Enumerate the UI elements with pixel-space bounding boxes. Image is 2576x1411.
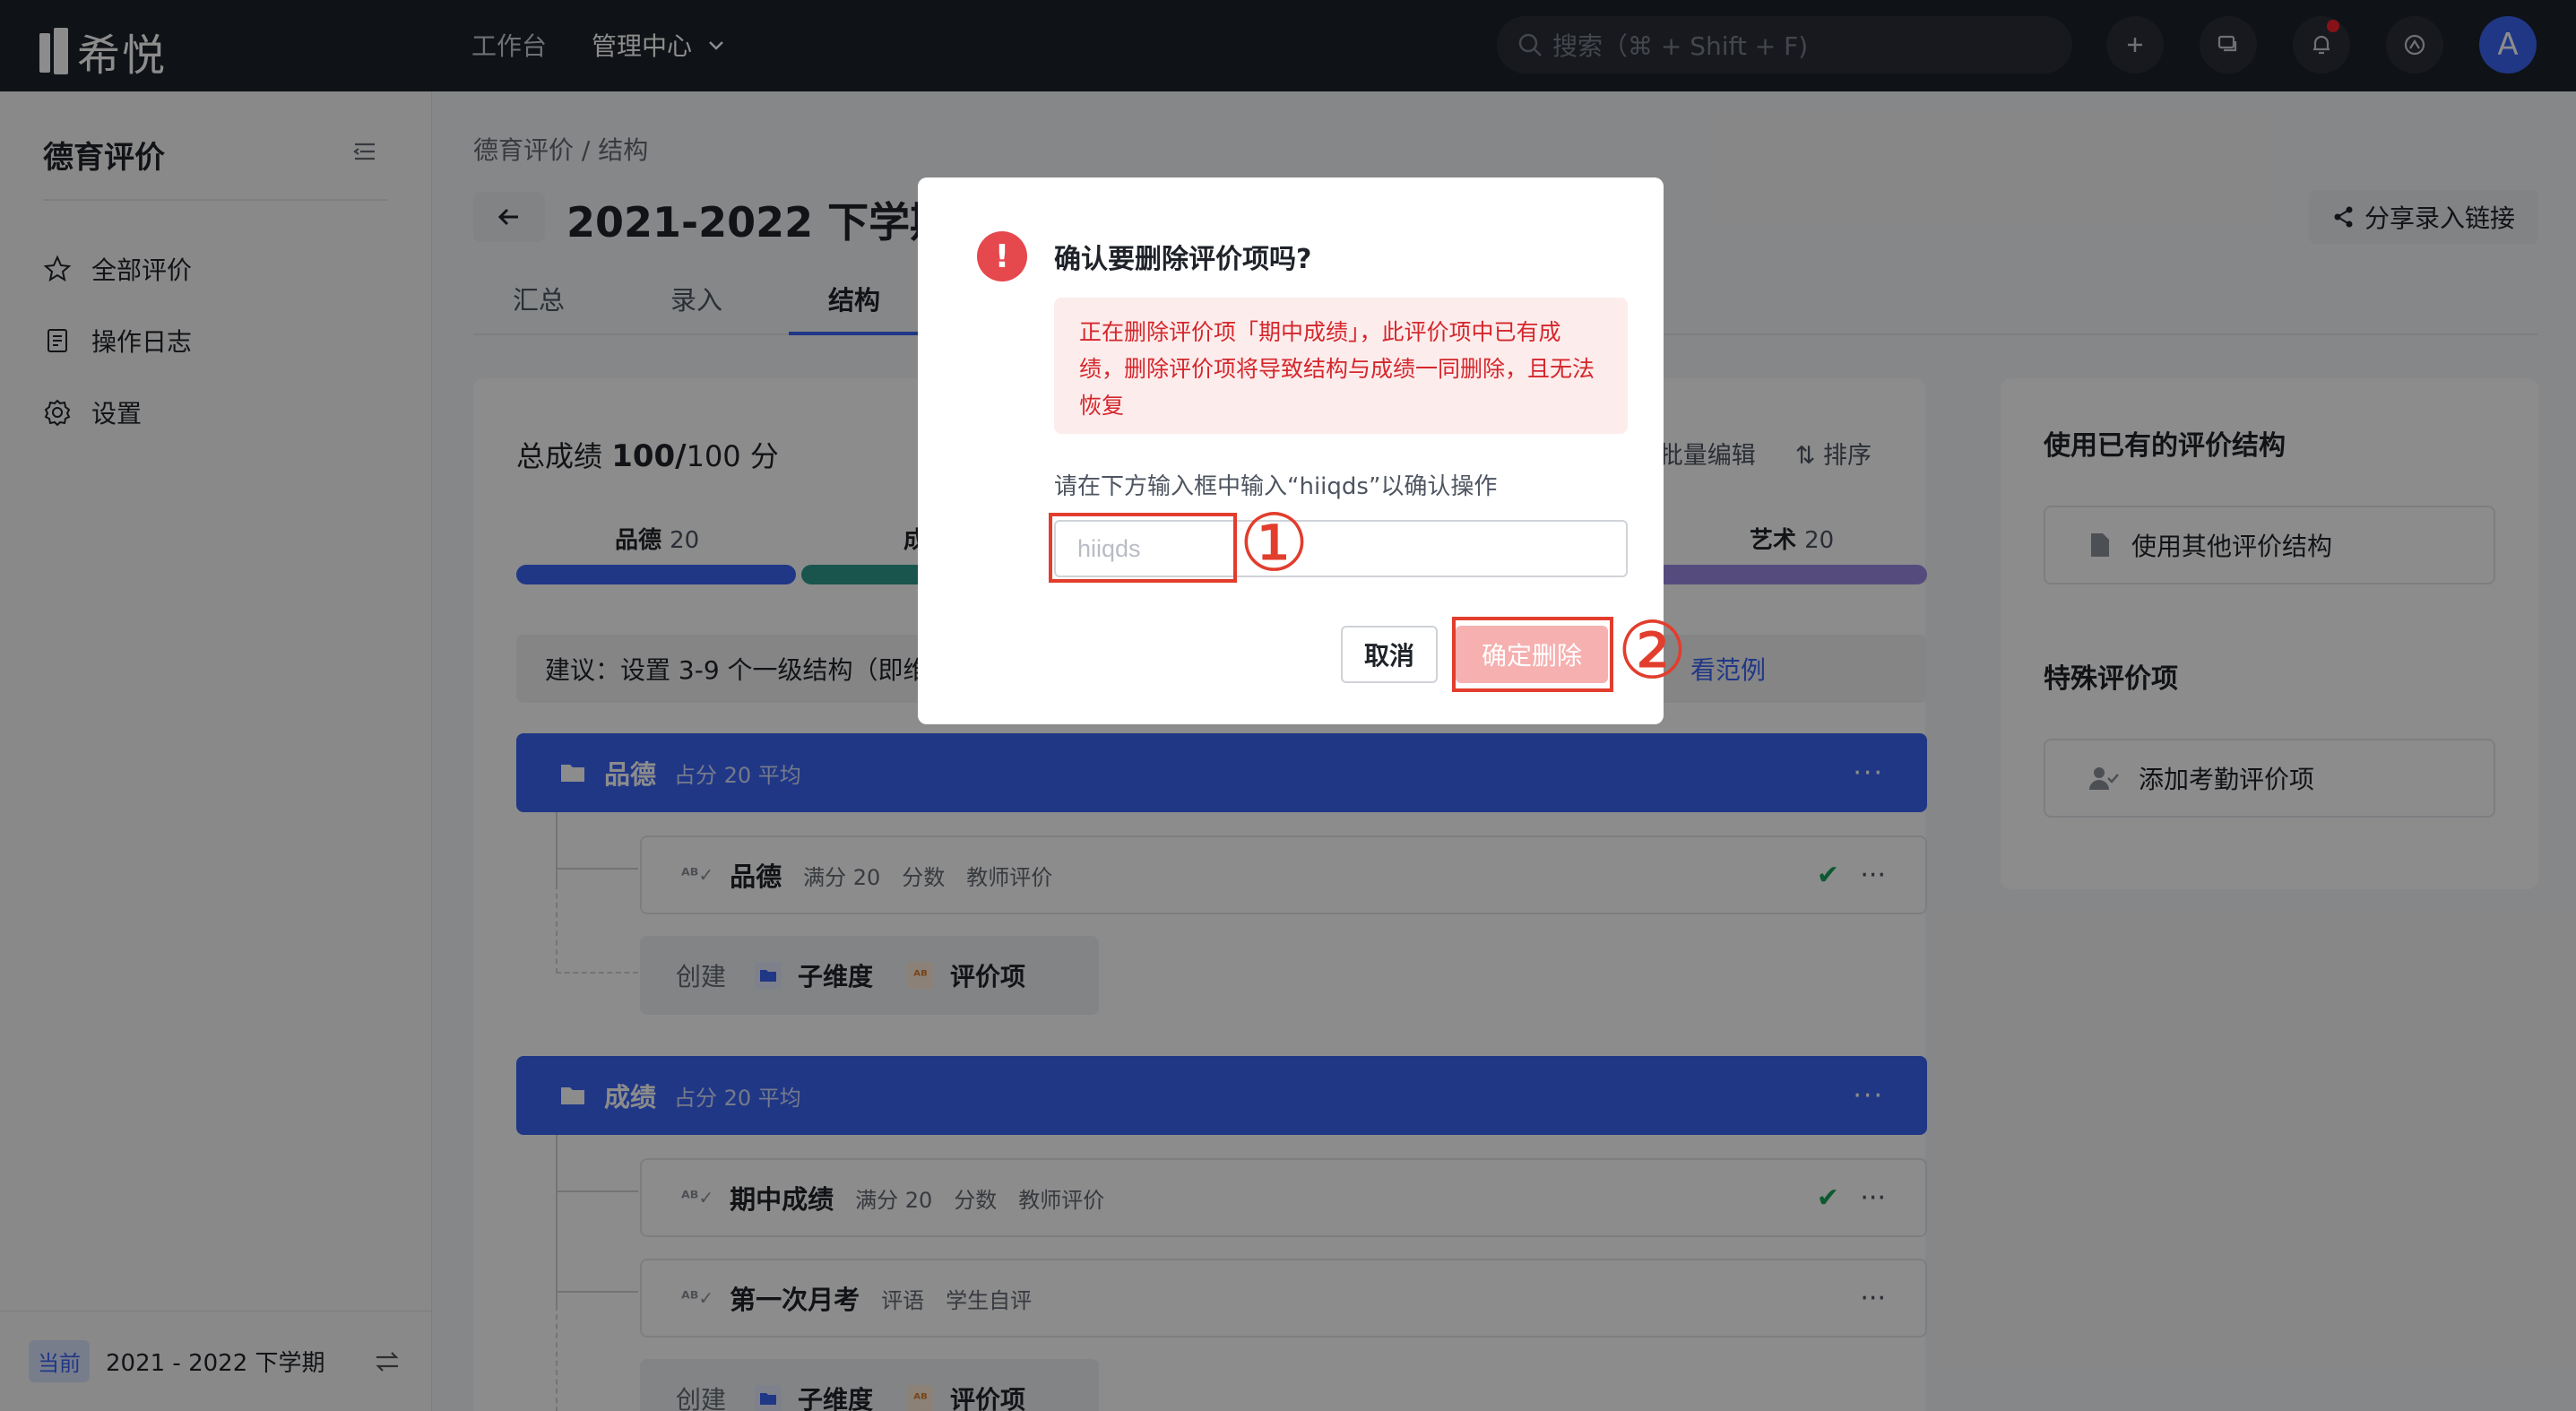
annotation-marker-2: ② [1617, 604, 1688, 697]
dialog-title: 确认要删除评价项吗? [1054, 244, 1312, 275]
annotation-marker-1: ① [1239, 497, 1310, 589]
warning-icon: ! [977, 231, 1027, 281]
highlight-box-confirm [1452, 617, 1613, 692]
delete-confirm-dialog: ! 确认要删除评价项吗? 正在删除评价项「期中成绩」，此评价项中已有成绩，删除评… [918, 177, 1688, 724]
highlight-box-input [1049, 513, 1237, 583]
cancel-button[interactable]: 取消 [1341, 626, 1438, 683]
delete-warning-text: 正在删除评价项「期中成绩」，此评价项中已有成绩，删除评价项将导致结构与成绩一同删… [1054, 298, 1628, 434]
